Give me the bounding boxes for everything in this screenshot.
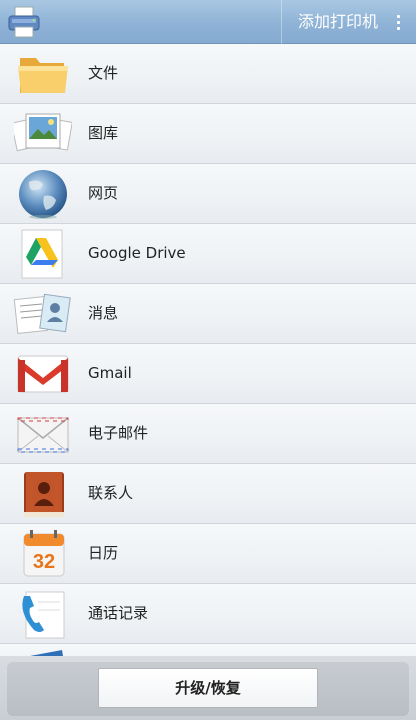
calendar-icon: 32 xyxy=(14,528,72,580)
gallery-photos-icon xyxy=(10,108,73,160)
list-item-gmail[interactable]: Gmail xyxy=(0,344,416,404)
google-drive-icon xyxy=(14,228,72,280)
phone-call-log-icon xyxy=(14,588,72,640)
list-item-files[interactable]: 文件 xyxy=(0,44,416,104)
list-item-google-drive[interactable]: Google Drive xyxy=(0,224,416,284)
upgrade-restore-button[interactable]: 升级/恢复 xyxy=(98,668,318,708)
overflow-menu-icon[interactable] xyxy=(380,0,416,44)
list-item-label: Gmail xyxy=(88,364,132,382)
print-source-list: 文件 图库 网页 Google Drive 消息 Gmail 电子邮件 联系人 … xyxy=(0,44,416,656)
list-item-gallery[interactable]: 图库 xyxy=(0,104,416,164)
list-item-label: 图库 xyxy=(88,124,119,142)
list-item-label: 消息 xyxy=(88,304,119,322)
list-item-label: 联系人 xyxy=(88,484,134,502)
list-item-label: 通话记录 xyxy=(88,604,149,622)
list-item-label: 文件 xyxy=(88,64,119,82)
list-item-label: Google Drive xyxy=(88,244,186,262)
list-item-label: 电子邮件 xyxy=(88,424,149,442)
list-item-label: 日历 xyxy=(88,544,119,562)
app-root: 添加打印机 文件 图库 网页 Google Drive 消息 Gmail 电子邮… xyxy=(0,0,416,720)
folder-icon xyxy=(14,48,72,100)
list-item-label: 网页 xyxy=(88,184,119,202)
messages-icon xyxy=(13,288,72,340)
list-item-email[interactable]: 电子邮件 xyxy=(0,404,416,464)
list-item-web[interactable]: 网页 xyxy=(0,164,416,224)
contacts-book-icon xyxy=(14,468,72,520)
partial-blue-icon xyxy=(14,648,72,656)
add-printer-button[interactable]: 添加打印机 xyxy=(280,0,378,44)
list-item-partial xyxy=(0,644,416,656)
printer-app-icon[interactable] xyxy=(6,4,42,40)
list-item-messages[interactable]: 消息 xyxy=(0,284,416,344)
bottom-bar: 升级/恢复 xyxy=(0,656,416,720)
list-item-call-log[interactable]: 通话记录 xyxy=(0,584,416,644)
action-bar: 添加打印机 xyxy=(0,0,416,44)
list-item-contacts[interactable]: 联系人 xyxy=(0,464,416,524)
list-item-calendar[interactable]: 32 日历 xyxy=(0,524,416,584)
calendar-day-text: 32 xyxy=(33,551,55,573)
gmail-icon xyxy=(14,348,72,400)
email-envelope-icon xyxy=(14,408,72,460)
globe-icon xyxy=(14,168,72,220)
